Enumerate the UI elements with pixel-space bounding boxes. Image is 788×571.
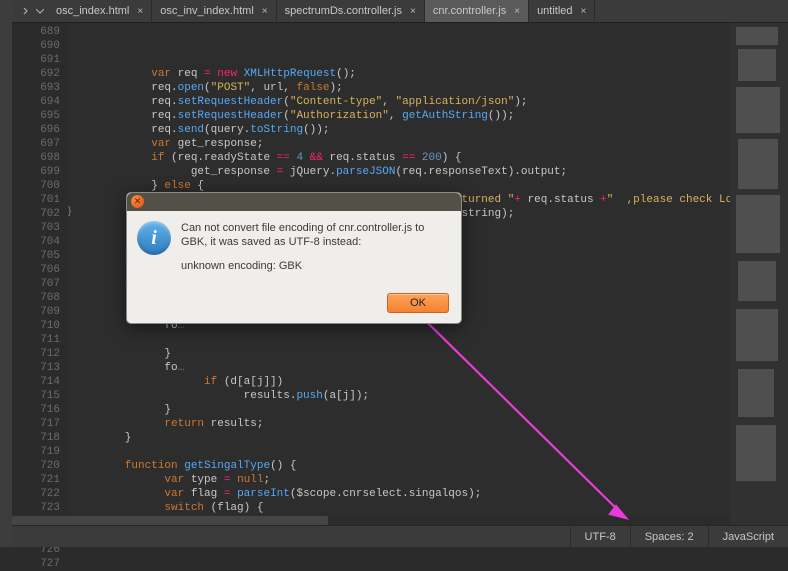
line-number: 711 [16,333,60,347]
code-line[interactable]: get_response = jQuery.parseJSON(req.resp… [72,165,726,179]
code-line[interactable]: switch (flag) { [72,501,726,515]
code-line[interactable]: req.setRequestHeader("Content-type", "ap… [72,95,726,109]
dialog-message: Can not convert file encoding of cnr.con… [181,221,449,283]
line-number: 700 [16,179,60,193]
line-number: 697 [16,137,60,151]
tab-label: spectrumDs.controller.js [285,5,402,17]
tab-bar: osc_index.html×osc_inv_index.html×spectr… [0,0,788,23]
code-line[interactable]: var get_response; [72,137,726,151]
tab-dropdown-icon[interactable] [32,0,48,22]
line-number: 712 [16,347,60,361]
line-number: 689 [16,25,60,39]
tab-label: osc_inv_index.html [160,5,254,17]
line-number: 706 [16,263,60,277]
line-number: 713 [16,361,60,375]
status-encoding[interactable]: UTF-8 [570,526,630,547]
tab-label: cnr.controller.js [433,5,506,17]
line-number: 707 [16,277,60,291]
line-number: 693 [16,81,60,95]
minimap[interactable] [730,23,788,525]
tab-cnr-controller-js[interactable]: cnr.controller.js × [425,0,529,22]
line-number: 718 [16,431,60,445]
status-language[interactable]: JavaScript [708,526,788,547]
horizontal-scrollbar[interactable] [12,516,730,525]
code-line[interactable]: } [72,431,726,445]
line-number: 699 [16,165,60,179]
tab-label: untitled [537,5,572,17]
code-line[interactable]: } [72,403,726,417]
tab-osc_index-html[interactable]: osc_index.html × [48,0,152,22]
code-line[interactable] [72,333,726,347]
tab-osc_inv_index-html[interactable]: osc_inv_index.html × [152,0,276,22]
tab-next-icon[interactable] [18,0,32,22]
code-line[interactable] [72,445,726,459]
line-number: 695 [16,109,60,123]
tab-untitled[interactable]: untitled × [529,0,595,22]
code-line[interactable]: req.send(query.toString()); [72,123,726,137]
code-line[interactable]: } [72,347,726,361]
tab-close-icon[interactable]: × [137,6,143,17]
info-icon: i [137,221,171,255]
code-line[interactable]: req.open("POST", url, false); [72,81,726,95]
line-gutter: 6896906916926936946956966976986997007017… [12,23,68,525]
line-number: 690 [16,39,60,53]
line-number: 722 [16,487,60,501]
line-number: 715 [16,389,60,403]
line-number: 709 [16,305,60,319]
line-number: 716 [16,403,60,417]
line-number: 696 [16,123,60,137]
status-spaces[interactable]: Spaces: 2 [630,526,708,547]
line-number: 703 [16,221,60,235]
tab-close-icon[interactable]: × [514,6,520,17]
line-number: 719 [16,445,60,459]
line-number: 714 [16,375,60,389]
line-number: 691 [16,53,60,67]
line-number: 720 [16,459,60,473]
tab-spectrumDs-controller-js[interactable]: spectrumDs.controller.js × [277,0,425,22]
line-number: 704 [16,235,60,249]
line-number: 705 [16,249,60,263]
code-line[interactable]: var type = null; [72,473,726,487]
line-number: 701 [16,193,60,207]
line-number: 727 [16,557,60,571]
line-number: 692 [16,67,60,81]
code-line[interactable]: return results; [72,417,726,431]
ok-button[interactable]: OK [387,293,449,313]
code-line[interactable]: results.push(a[j]); [72,389,726,403]
tab-close-icon[interactable]: × [262,6,268,17]
line-number: 723 [16,501,60,515]
code-line[interactable]: req.setRequestHeader("Authorization", ge… [72,109,726,123]
code-line[interactable]: var req = new XMLHttpRequest(); [72,67,726,81]
line-number: 708 [16,291,60,305]
code-line[interactable]: if (req.readyState == 4 && req.status ==… [72,151,726,165]
code-line[interactable]: function getSingalType() { [72,459,726,473]
line-number: 721 [16,473,60,487]
code-line[interactable]: fo… [72,361,726,375]
line-number: 710 [16,319,60,333]
line-number: 698 [16,151,60,165]
code-line[interactable]: var flag = parseInt($scope.cnrselect.sin… [72,487,726,501]
status-bar: UTF-8 Spaces: 2 JavaScript [12,525,788,547]
code-line[interactable]: } else { [72,179,726,193]
line-number: 717 [16,417,60,431]
encoding-error-dialog: ✕ i Can not convert file encoding of cnr… [126,192,462,324]
tab-close-icon[interactable]: × [410,6,416,17]
tab-close-icon[interactable]: × [581,6,587,17]
line-number: 702 [16,207,60,221]
close-icon[interactable]: ✕ [131,195,144,208]
code-line[interactable]: if (d[a[j]]) [72,375,726,389]
line-number: 694 [16,95,60,109]
tab-label: osc_index.html [56,5,129,17]
dialog-titlebar[interactable]: ✕ [127,193,461,211]
